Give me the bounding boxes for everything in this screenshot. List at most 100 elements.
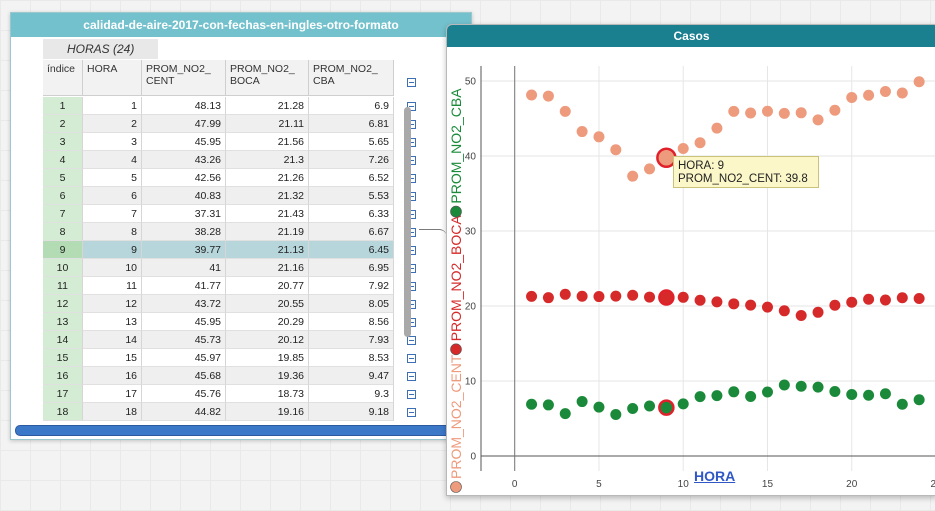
- table-cell[interactable]: 8.53: [309, 349, 394, 367]
- table-row[interactable]: 1 1 48.13 21.28 6.9: [11, 97, 416, 115]
- table-cell[interactable]: 21.13: [226, 241, 309, 259]
- table-cell[interactable]: 7: [83, 205, 142, 223]
- table-cell[interactable]: 19.85: [226, 349, 309, 367]
- table-cell[interactable]: 6.95: [309, 259, 394, 277]
- row-index-cell[interactable]: 2: [43, 115, 83, 133]
- row-index-cell[interactable]: 18: [43, 403, 83, 421]
- table-cell[interactable]: 7.92: [309, 277, 394, 295]
- table-cell[interactable]: 9: [83, 241, 142, 259]
- table-row[interactable]: 10 10 41 21.16 6.95: [11, 259, 416, 277]
- table-cell[interactable]: 14: [83, 331, 142, 349]
- table-cell[interactable]: 9.18: [309, 403, 394, 421]
- row-index-cell[interactable]: 14: [43, 331, 83, 349]
- table-row[interactable]: 4 4 43.26 21.3 7.26: [11, 151, 416, 169]
- table-row[interactable]: 13 13 45.95 20.29 8.56: [11, 313, 416, 331]
- table-cell[interactable]: 45.95: [142, 133, 226, 151]
- table-cell[interactable]: 15: [83, 349, 142, 367]
- table-row[interactable]: 8 8 38.28 21.19 6.67: [11, 223, 416, 241]
- table-cell[interactable]: 8: [83, 223, 142, 241]
- table-title[interactable]: calidad-de-aire-2017-con-fechas-en-ingle…: [11, 13, 471, 37]
- table-cell[interactable]: 21.26: [226, 169, 309, 187]
- scatter-plot[interactable]: 0 5 10 15 20 25 0 10 20 30 40 50 PROM_NO2_CENT PROM_N…: [447, 47, 935, 495]
- row-index-cell[interactable]: 9: [43, 241, 83, 259]
- collapse-all-icon[interactable]: [407, 78, 416, 87]
- table-row[interactable]: 12 12 43.72 20.55 8.05: [11, 295, 416, 313]
- table-cell[interactable]: 45.73: [142, 331, 226, 349]
- table-cell[interactable]: 48.13: [142, 97, 226, 115]
- table-cell[interactable]: 20.77: [226, 277, 309, 295]
- table-cell[interactable]: 17: [83, 385, 142, 403]
- column-header-hora[interactable]: HORA: [83, 60, 142, 96]
- table-cell[interactable]: 5.65: [309, 133, 394, 151]
- table-row[interactable]: 14 14 45.73 20.12 7.93: [11, 331, 416, 349]
- table-cell[interactable]: 47.99: [142, 115, 226, 133]
- table-cell[interactable]: 7.93: [309, 331, 394, 349]
- table-cell[interactable]: 3: [83, 133, 142, 151]
- horizontal-scrollbar[interactable]: [15, 425, 467, 436]
- table-row[interactable]: 5 5 42.56 21.26 6.52: [11, 169, 416, 187]
- table-cell[interactable]: 40.83: [142, 187, 226, 205]
- table-cell[interactable]: 43.72: [142, 295, 226, 313]
- table-cell[interactable]: 1: [83, 97, 142, 115]
- table-cell[interactable]: 44.82: [142, 403, 226, 421]
- table-cell[interactable]: 45.97: [142, 349, 226, 367]
- table-cell[interactable]: 21.3: [226, 151, 309, 169]
- table-cell[interactable]: 6: [83, 187, 142, 205]
- collapse-row-icon[interactable]: [407, 390, 416, 399]
- table-cell[interactable]: 45.95: [142, 313, 226, 331]
- table-cell[interactable]: 20.55: [226, 295, 309, 313]
- table-cell[interactable]: 42.56: [142, 169, 226, 187]
- row-index-cell[interactable]: 4: [43, 151, 83, 169]
- table-cell[interactable]: 20.29: [226, 313, 309, 331]
- table-cell[interactable]: 39.77: [142, 241, 226, 259]
- row-index-cell[interactable]: 16: [43, 367, 83, 385]
- row-index-cell[interactable]: 15: [43, 349, 83, 367]
- table-cell[interactable]: 16: [83, 367, 142, 385]
- table-cell[interactable]: 21.11: [226, 115, 309, 133]
- vertical-scrollbar[interactable]: [404, 107, 411, 337]
- table-cell[interactable]: 11: [83, 277, 142, 295]
- x-axis-label[interactable]: HORA: [694, 468, 735, 484]
- table-cell[interactable]: 45.76: [142, 385, 226, 403]
- table-cell[interactable]: 21.32: [226, 187, 309, 205]
- collapse-row-icon[interactable]: [407, 354, 416, 363]
- table-cell[interactable]: 6.67: [309, 223, 394, 241]
- row-index-cell[interactable]: 10: [43, 259, 83, 277]
- table-cell[interactable]: 20.12: [226, 331, 309, 349]
- table-cell[interactable]: 6.33: [309, 205, 394, 223]
- row-index-cell[interactable]: 3: [43, 133, 83, 151]
- table-row[interactable]: 6 6 40.83 21.32 5.53: [11, 187, 416, 205]
- table-cell[interactable]: 9.3: [309, 385, 394, 403]
- row-index-cell[interactable]: 8: [43, 223, 83, 241]
- graph-window[interactable]: Casos 0 5 10 15 20 25 0 10 20 30 40 50 PROM_NO2_CENT…: [446, 24, 935, 496]
- table-cell[interactable]: 13: [83, 313, 142, 331]
- table-cell[interactable]: 12: [83, 295, 142, 313]
- row-index-cell[interactable]: 7: [43, 205, 83, 223]
- table-cell[interactable]: 21.28: [226, 97, 309, 115]
- table-cell[interactable]: 38.28: [142, 223, 226, 241]
- table-cell[interactable]: 5: [83, 169, 142, 187]
- graph-title[interactable]: Casos: [447, 25, 935, 47]
- table-row[interactable]: 2 2 47.99 21.11 6.81: [11, 115, 416, 133]
- table-row[interactable]: 7 7 37.31 21.43 6.33: [11, 205, 416, 223]
- table-cell[interactable]: 21.19: [226, 223, 309, 241]
- table-cell[interactable]: 8.56: [309, 313, 394, 331]
- table-row[interactable]: 3 3 45.95 21.56 5.65: [11, 133, 416, 151]
- table-cell[interactable]: 37.31: [142, 205, 226, 223]
- table-cell[interactable]: 41.77: [142, 277, 226, 295]
- table-cell[interactable]: 21.56: [226, 133, 309, 151]
- table-cell[interactable]: 45.68: [142, 367, 226, 385]
- table-row[interactable]: 17 17 45.76 18.73 9.3: [11, 385, 416, 403]
- table-row[interactable]: 18 18 44.82 19.16 9.18: [11, 403, 416, 421]
- row-index-cell[interactable]: 13: [43, 313, 83, 331]
- table-cell[interactable]: 6.45: [309, 241, 394, 259]
- table-cell[interactable]: 6.81: [309, 115, 394, 133]
- table-cell[interactable]: 6.52: [309, 169, 394, 187]
- table-row[interactable]: 11 11 41.77 20.77 7.92: [11, 277, 416, 295]
- row-index-cell[interactable]: 11: [43, 277, 83, 295]
- table-cell[interactable]: 7.26: [309, 151, 394, 169]
- table-cell[interactable]: 5.53: [309, 187, 394, 205]
- table-row[interactable]: 15 15 45.97 19.85 8.53: [11, 349, 416, 367]
- row-index-cell[interactable]: 5: [43, 169, 83, 187]
- collapse-row-icon[interactable]: [407, 336, 416, 345]
